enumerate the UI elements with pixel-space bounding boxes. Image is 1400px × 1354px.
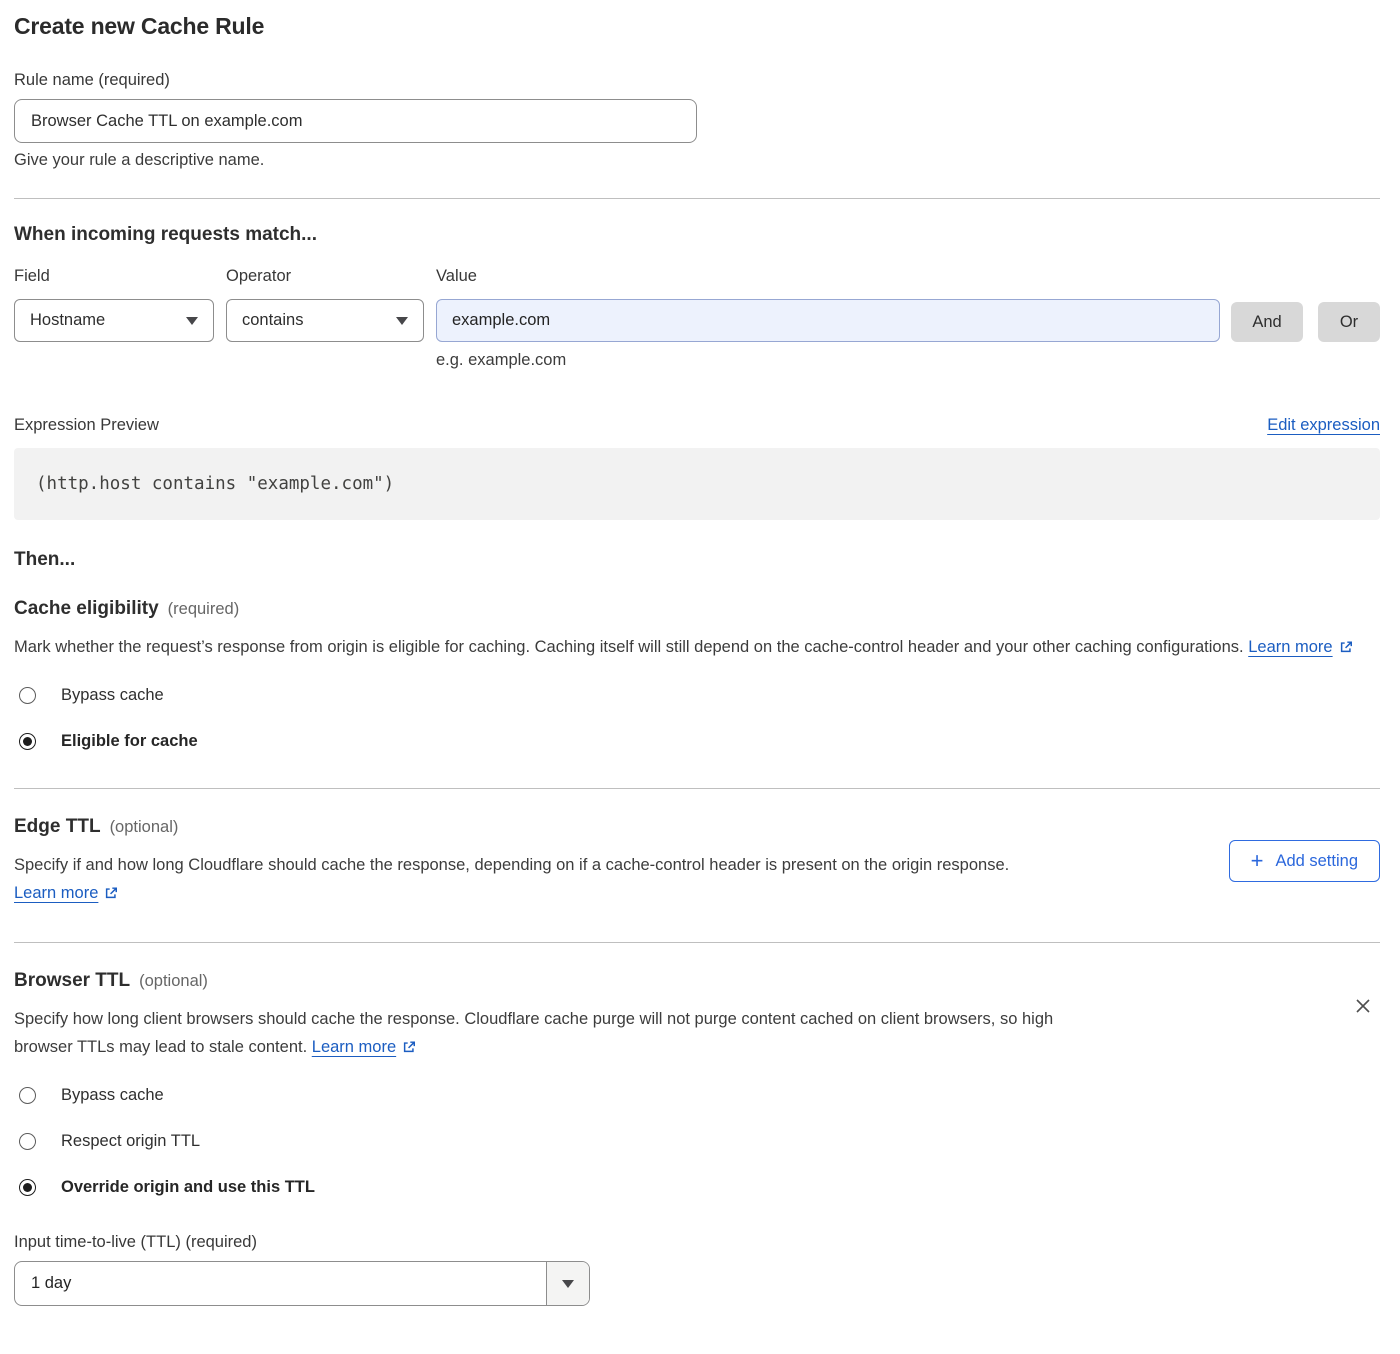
external-link-icon (1339, 640, 1353, 654)
rule-name-input[interactable] (14, 99, 697, 143)
radio-selected-icon (19, 1179, 36, 1196)
external-link-icon (104, 886, 118, 900)
edge-ttl-description: Specify if and how long Cloudflare shoul… (14, 851, 1106, 907)
learn-more-link[interactable]: Learn more (14, 884, 118, 902)
section-divider (14, 788, 1380, 789)
edge-ttl-title-row: Edge TTL (optional) (14, 816, 1380, 838)
section-divider (14, 942, 1380, 943)
radio-label: Bypass cache (61, 1086, 164, 1105)
operator-select-value: contains (242, 311, 303, 330)
radio-respect-origin-ttl[interactable]: Respect origin TTL (19, 1132, 1380, 1151)
radio-bypass-cache[interactable]: Bypass cache (19, 686, 1380, 705)
expression-preview-box: (http.host contains "example.com") (14, 448, 1380, 520)
browser-ttl-description: Specify how long client browsers should … (14, 1005, 1106, 1061)
operator-label: Operator (226, 267, 424, 286)
add-setting-label: Add setting (1275, 852, 1358, 871)
cache-eligibility-section: Cache eligibility (required) Mark whethe… (14, 598, 1380, 751)
radio-eligible-for-cache[interactable]: Eligible for cache (19, 732, 1380, 751)
edge-ttl-title: Edge TTL (14, 816, 101, 838)
browser-ttl-optional-badge: (optional) (139, 972, 208, 991)
value-input[interactable] (436, 299, 1220, 342)
create-cache-rule-form: Create new Cache Rule Rule name (require… (0, 0, 1400, 1324)
then-heading: Then... (14, 549, 1380, 571)
operator-column: Operator contains (226, 267, 424, 342)
radio-label: Eligible for cache (61, 732, 198, 751)
rule-name-helper: Give your rule a descriptive name. (14, 151, 1380, 170)
expression-header: Expression Preview Edit expression (14, 416, 1380, 435)
cache-eligibility-title-row: Cache eligibility (required) (14, 598, 1380, 620)
and-button[interactable]: And (1231, 302, 1303, 342)
learn-more-link[interactable]: Learn more (1248, 638, 1352, 656)
match-condition-row: Field Hostname Operator contains Value e… (14, 267, 1380, 370)
ttl-select-arrow-box[interactable] (546, 1262, 589, 1305)
browser-ttl-options: Bypass cache Respect origin TTL Override… (14, 1086, 1380, 1197)
radio-label: Respect origin TTL (61, 1132, 200, 1151)
ttl-input-label: Input time-to-live (TTL) (required) (14, 1233, 1380, 1252)
close-icon[interactable] (1352, 996, 1374, 1018)
edit-expression-link[interactable]: Edit expression (1267, 416, 1380, 435)
radio-selected-icon (19, 733, 36, 750)
field-label: Field (14, 267, 214, 286)
field-select[interactable]: Hostname (14, 299, 214, 342)
cache-eligibility-description: Mark whether the request’s response from… (14, 633, 1364, 661)
ttl-select-value: 1 day (15, 1262, 546, 1305)
radio-unselected-icon (19, 1087, 36, 1104)
rule-name-label: Rule name (required) (14, 71, 1380, 90)
radio-unselected-icon (19, 1133, 36, 1150)
cache-eligibility-options: Bypass cache Eligible for cache (14, 686, 1380, 751)
edge-ttl-section: + Add setting Edge TTL (optional) Specif… (14, 816, 1380, 907)
radio-override-origin-ttl[interactable]: Override origin and use this TTL (19, 1178, 1380, 1197)
radio-bypass-cache[interactable]: Bypass cache (19, 1086, 1380, 1105)
or-button[interactable]: Or (1318, 302, 1380, 342)
add-setting-button[interactable]: + Add setting (1229, 840, 1380, 882)
cache-eligibility-title: Cache eligibility (14, 598, 159, 620)
learn-more-link[interactable]: Learn more (312, 1038, 416, 1056)
value-column: Value e.g. example.com (436, 267, 1220, 370)
chevron-down-icon (396, 317, 408, 325)
radio-label: Bypass cache (61, 686, 164, 705)
value-label: Value (436, 267, 1220, 286)
ttl-select[interactable]: 1 day (14, 1261, 590, 1306)
plus-icon: + (1251, 850, 1264, 872)
match-heading: When incoming requests match... (14, 224, 1380, 246)
section-divider (14, 198, 1380, 199)
browser-ttl-section: Browser TTL (optional) Specify how long … (14, 970, 1380, 1306)
expression-code: (http.host contains "example.com") (36, 474, 394, 494)
chevron-down-icon (562, 1280, 574, 1288)
page-title: Create new Cache Rule (14, 13, 1380, 40)
edge-ttl-optional-badge: (optional) (110, 818, 179, 837)
value-helper: e.g. example.com (436, 351, 1220, 370)
field-select-value: Hostname (30, 311, 105, 330)
learn-more-label: Learn more (14, 884, 98, 902)
browser-ttl-title-row: Browser TTL (optional) (14, 970, 1380, 992)
external-link-icon (402, 1040, 416, 1054)
chevron-down-icon (186, 317, 198, 325)
learn-more-label: Learn more (1248, 638, 1332, 656)
learn-more-label: Learn more (312, 1038, 396, 1056)
expression-preview-label: Expression Preview (14, 416, 159, 435)
cache-eligibility-description-text: Mark whether the request’s response from… (14, 638, 1244, 656)
field-column: Field Hostname (14, 267, 214, 342)
operator-select[interactable]: contains (226, 299, 424, 342)
radio-label: Override origin and use this TTL (61, 1178, 315, 1197)
browser-ttl-description-text: Specify how long client browsers should … (14, 1010, 1053, 1056)
cache-eligibility-required-badge: (required) (168, 600, 240, 619)
edge-ttl-description-text: Specify if and how long Cloudflare shoul… (14, 856, 1009, 874)
browser-ttl-title: Browser TTL (14, 970, 130, 992)
radio-unselected-icon (19, 687, 36, 704)
